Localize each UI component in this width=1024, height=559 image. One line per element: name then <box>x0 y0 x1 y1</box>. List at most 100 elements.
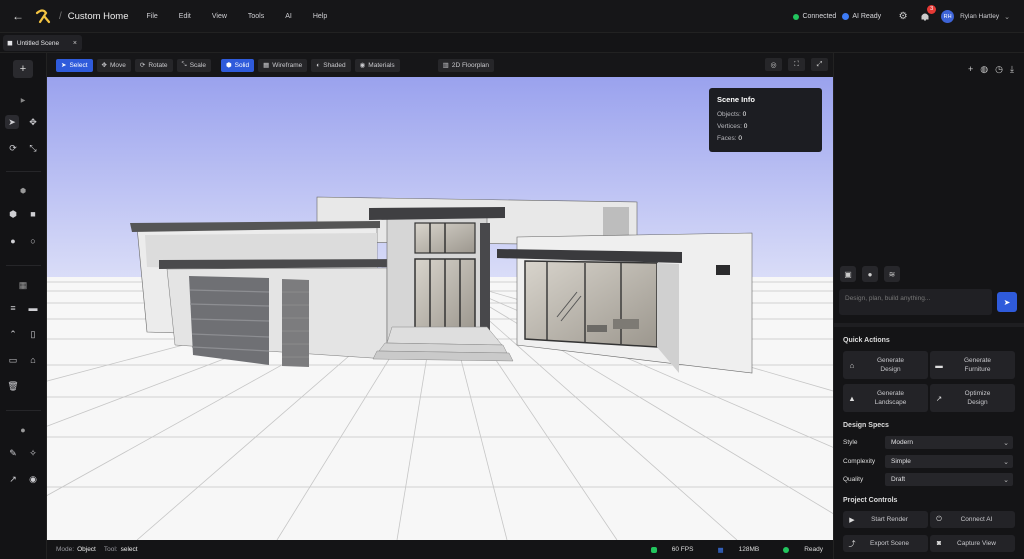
tool-rotate-label: Rotate <box>148 61 168 69</box>
move-icon[interactable]: ✥ <box>26 115 40 129</box>
chart-icon[interactable]: ↗ <box>6 472 20 486</box>
window-icon[interactable]: ▭ <box>6 353 20 367</box>
notification-badge: 3 <box>927 4 937 14</box>
generate-furniture-button[interactable]: ▬ Generate Furniture <box>930 351 1015 379</box>
complexity-select[interactable]: Simple ⌄ <box>885 455 1013 468</box>
faces-count: Faces: 0 <box>717 135 742 142</box>
optimize-design-button[interactable]: ↗ Optimize Design <box>930 384 1015 412</box>
menu-help[interactable]: Help <box>313 13 327 20</box>
globe-icon[interactable]: ◍ <box>980 64 988 75</box>
view-solid-label: Solid <box>234 61 250 69</box>
view-wireframe-button[interactable]: ▦ Wireframe <box>258 58 308 72</box>
frame-icon[interactable]: ⛶ <box>788 58 805 71</box>
tool-move-button[interactable]: ✥ Move <box>96 58 131 72</box>
add-icon[interactable]: + <box>968 64 973 75</box>
connect-ai-button[interactable]: ⏻ Connect AI <box>930 511 1015 528</box>
focus-target-icon[interactable]: ◎ <box>765 58 782 71</box>
floorplan-button[interactable]: ▥ 2D Floorplan <box>437 58 495 72</box>
breadcrumb-separator: / <box>59 10 62 22</box>
history-icon[interactable]: ◷ <box>995 64 1003 75</box>
capture-view-button[interactable]: ◙ Capture View <box>930 535 1015 552</box>
chevron-down-icon: ⌄ <box>1003 476 1009 484</box>
tool-select-button[interactable]: ➤ Select <box>56 58 93 72</box>
user-name[interactable]: Rylan Hartley <box>960 13 999 20</box>
design-specs-title: Design Specs <box>843 422 889 429</box>
right-panel: + ◍ ◷ ⤓ ▣ ● ≋ Design, plan, build anythi… <box>833 53 1024 559</box>
style-select[interactable]: Modern ⌄ <box>885 436 1013 449</box>
play-icon[interactable]: ▶ <box>16 93 30 107</box>
user-avatar[interactable]: RH <box>941 10 955 23</box>
start-render-button[interactable]: ▶ Start Render <box>843 511 928 528</box>
quality-select[interactable]: Draft ⌄ <box>885 473 1013 486</box>
menu-file[interactable]: File <box>147 13 158 20</box>
info-icon: ● <box>20 425 26 435</box>
notifications-bell-icon[interactable]: 3 <box>919 4 937 23</box>
generate-landscape-button[interactable]: ▲ Generate Landscape <box>843 384 928 412</box>
sphere-icon[interactable]: ● <box>6 234 20 248</box>
tab-untitled-scene[interactable]: ◼ Untitled Scene × <box>3 35 82 51</box>
chat-placeholder: Design, plan, build anything... <box>845 295 931 302</box>
rotate-icon[interactable]: ⟳ <box>6 141 20 155</box>
ai-status-text: AI Ready <box>852 13 882 20</box>
half-circle-icon: ◐ <box>316 61 321 69</box>
view-materials-label: Materials <box>368 61 395 69</box>
send-button[interactable]: ➤ <box>997 292 1017 312</box>
objects-count: Objects: 0 <box>717 111 747 118</box>
palette-icon[interactable]: ◉ <box>26 472 40 486</box>
palette-icon: ◉ <box>359 62 366 69</box>
close-icon[interactable]: × <box>73 40 77 47</box>
home-icon[interactable]: ⌂ <box>26 353 40 367</box>
floor-icon[interactable]: ▬ <box>26 301 40 315</box>
fullscreen-icon[interactable]: ⤢ <box>811 58 828 71</box>
back-arrow-icon[interactable]: ← <box>11 9 25 23</box>
viewport-toolbar: ➤ Select ✥ Move ⟳ Rotate ⤡ Scale ⬢ Solid ▦ Wir… <box>47 53 833 77</box>
chevron-down-icon: ⌄ <box>1003 458 1009 466</box>
pencil-icon[interactable]: ✎ <box>6 446 20 460</box>
select-cursor-icon[interactable]: ➤ <box>5 115 19 129</box>
sofa-icon: ▬ <box>935 360 943 370</box>
image-icon[interactable]: ▣ <box>840 266 856 282</box>
grid-icon: ▦ <box>263 62 270 69</box>
tab-label: Untitled Scene <box>16 39 60 47</box>
export-scene-button[interactable]: ⤴ Export Scene <box>843 535 928 552</box>
view-solid-button[interactable]: ⬢ Solid <box>220 58 255 72</box>
app-logo-icon[interactable] <box>34 7 52 25</box>
mode-status: Mode: Object Tool: select <box>56 546 138 553</box>
roof-icon[interactable]: ⌃ <box>6 327 20 341</box>
layers-icon[interactable]: ≋ <box>884 266 900 282</box>
scale-icon[interactable]: ⤡ <box>26 141 40 155</box>
view-materials-button[interactable]: ◉ Materials <box>354 58 400 72</box>
settings-gear-icon[interactable]: ⚙ <box>897 11 909 23</box>
view-shaded-button[interactable]: ◐ Shaded <box>311 58 351 72</box>
connection-status-text: Connected <box>802 13 837 20</box>
box-icon[interactable]: ■ <box>26 207 40 221</box>
add-object-button[interactable]: + <box>13 60 33 78</box>
tool-scale-button[interactable]: ⤡ Scale <box>176 58 211 72</box>
main-menu: File Edit View Tools AI Help <box>147 13 349 20</box>
3d-viewport[interactable]: Scene Info Objects: 0 Vertices: 0 Faces:… <box>47 77 833 540</box>
vertices-count: Vertices: 0 <box>717 123 748 130</box>
cube-icon[interactable]: ⬢ <box>6 207 20 221</box>
tool-select-label: Select <box>69 61 88 69</box>
style-label: Style <box>843 439 858 446</box>
download-icon[interactable]: ⤓ <box>1010 64 1014 75</box>
plug-icon: ⏻ <box>936 515 942 523</box>
menu-ai[interactable]: AI <box>285 13 292 20</box>
chat-input[interactable]: Design, plan, build anything... <box>839 289 992 315</box>
trash-icon[interactable]: 🗑 <box>6 379 20 393</box>
fps-icon <box>650 546 657 553</box>
magic-wand-icon[interactable]: ✧ <box>26 446 40 460</box>
project-title[interactable]: Custom Home <box>68 11 129 22</box>
play-icon: ▶ <box>849 516 855 524</box>
chevron-down-icon: ⌄ <box>1003 439 1009 447</box>
tool-rotate-button[interactable]: ⟳ Rotate <box>134 58 173 72</box>
microphone-icon[interactable]: ● <box>862 266 878 282</box>
menu-edit[interactable]: Edit <box>179 13 191 20</box>
door-icon[interactable]: ▯ <box>26 327 40 341</box>
menu-view[interactable]: View <box>212 13 227 20</box>
circle-icon[interactable]: ○ <box>26 234 40 248</box>
menu-tools[interactable]: Tools <box>248 13 264 20</box>
chevron-down-icon[interactable]: ⌄ <box>1004 13 1010 21</box>
wall-icon[interactable]: ≡ <box>6 301 20 315</box>
generate-design-button[interactable]: ⌂ Generate Design <box>843 351 928 379</box>
